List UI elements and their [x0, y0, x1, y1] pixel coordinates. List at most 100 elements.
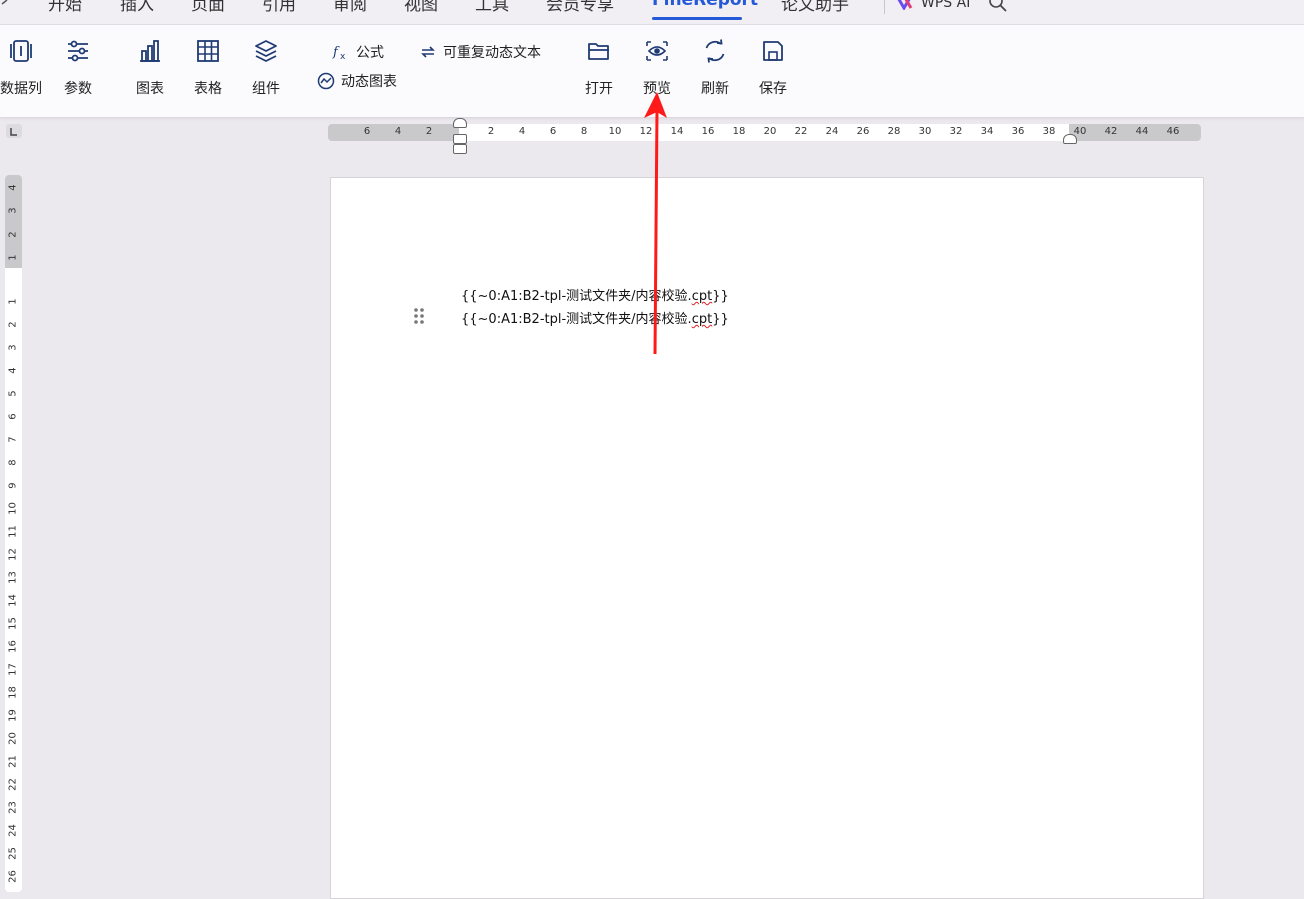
fx-icon: f x: [332, 45, 346, 61]
ruler-tick-label: 2: [487, 126, 495, 137]
ruler-tick-label: 46: [1166, 126, 1180, 137]
ruler-tick-label: 28: [887, 126, 901, 137]
repeat-text-button[interactable]: 可重复动态文本: [419, 42, 541, 64]
ruler-tick-label: 20: [763, 126, 777, 137]
tab-finereport[interactable]: FineReport: [652, 0, 758, 10]
paragraph-drag-handle-icon[interactable]: [412, 306, 426, 326]
formula-button[interactable]: f x 公式: [332, 42, 384, 64]
wps-ai-label[interactable]: WPS AI: [921, 0, 970, 11]
refresh-button[interactable]: 刷新: [693, 25, 737, 117]
bar-chart-icon: [140, 40, 160, 62]
ruler-tick-label: 9: [7, 482, 19, 489]
ruler-tick-label: 14: [7, 594, 19, 607]
params-button[interactable]: 参数: [56, 25, 100, 117]
ruler-tick-label: 15: [7, 617, 19, 630]
ruler-tick-label: 34: [980, 126, 994, 137]
spelling-flag: cpt: [691, 289, 713, 304]
ribbon-tab-bar: 开始 插入 页面 引用 审阅 视图 工具 会员专享 FineReport 论文助…: [0, 0, 1304, 25]
search-icon[interactable]: [988, 0, 1008, 12]
ruler-tick-label: 42: [1104, 126, 1118, 137]
template-tag-close: }}: [712, 312, 729, 327]
ruler-tick-label: 4: [518, 126, 526, 137]
tab-review[interactable]: 审阅: [333, 0, 367, 15]
component-button[interactable]: 组件: [244, 25, 288, 117]
template-tag-line-1[interactable]: {{~0:A1:B2-tpl-测试文件夹/内容校验.cpt}}: [461, 285, 729, 304]
save-button[interactable]: 保存: [751, 25, 795, 117]
chart-button[interactable]: 图表: [128, 25, 172, 117]
formula-label: 公式: [356, 45, 384, 61]
tab-tools[interactable]: 工具: [475, 0, 509, 15]
ruler-tick-label: 6: [7, 413, 19, 420]
first-line-indent-marker[interactable]: [453, 118, 467, 128]
ruler-tick-label: 36: [1011, 126, 1025, 137]
folder-icon: [588, 43, 609, 60]
sliders-icon: [68, 40, 88, 62]
params-label: 参数: [64, 81, 92, 97]
tab-thesis-assistant[interactable]: 论文助手: [781, 0, 849, 15]
repeat-icon: [421, 46, 435, 58]
tab-stop-icon: [10, 128, 17, 136]
ruler-tick-label: 6: [363, 126, 371, 137]
table-button[interactable]: 表格: [186, 25, 230, 117]
hanging-indent-marker[interactable]: [453, 134, 467, 144]
ruler-tick-label: 22: [7, 778, 19, 791]
ruler-tick-label: 16: [7, 640, 19, 653]
ruler-tick-label: 26: [856, 126, 870, 137]
right-indent-marker[interactable]: [1063, 134, 1077, 144]
tab-stop-selector[interactable]: [6, 124, 22, 138]
ruler-tick-label: 12: [7, 548, 19, 561]
left-indent-marker[interactable]: [453, 144, 467, 154]
ruler-tick-label: 23: [7, 801, 19, 814]
dynamic-chart-button[interactable]: 动态图表: [317, 71, 397, 93]
tab-view[interactable]: 视图: [404, 0, 438, 15]
tab-member[interactable]: 会员专享: [546, 0, 614, 15]
ruler-tick-label: 30: [918, 126, 932, 137]
vertical-ruler[interactable]: 4 3 2 1 1 2 3 4 5 6 7 8 9 10 11 12 13 14 15 16 17 18 19 20 21 22 2…: [5, 175, 22, 892]
ruler-tick-label: 38: [1042, 126, 1056, 137]
open-button[interactable]: 打开: [577, 25, 621, 117]
ruler-tick-label: 4: [394, 126, 402, 137]
ruler-tick-label: 2: [7, 321, 19, 328]
wps-ai-icon[interactable]: [895, 0, 915, 10]
annotation-arrow: [644, 92, 667, 355]
ruler-tick-label: 7: [7, 436, 19, 443]
template-tag-line-2[interactable]: {{~0:A1:B2-tpl-测试文件夹/内容校验.cpt}}: [461, 308, 729, 327]
ruler-tick-label: 17: [7, 663, 19, 676]
ruler-tick-label: 3: [7, 207, 19, 214]
data-column-icon: [10, 40, 32, 62]
ruler-tick-label: 11: [7, 525, 19, 538]
svg-text:x: x: [340, 52, 346, 61]
ruler-tick-label: 19: [7, 709, 19, 722]
tab-start[interactable]: 开始: [48, 0, 82, 15]
component-label: 组件: [252, 81, 280, 97]
ruler-tick-label: 5: [7, 390, 19, 397]
ruler-tick-label: 44: [1135, 126, 1149, 137]
ruler-tick-label: 24: [825, 126, 839, 137]
svg-text:f: f: [332, 45, 340, 60]
data-column-label: 数据列: [0, 81, 42, 97]
tab-references[interactable]: 引用: [262, 0, 296, 15]
chevron-left-icon[interactable]: [0, 0, 10, 10]
ruler-tick-label: 16: [701, 126, 715, 137]
spelling-flag: cpt: [691, 312, 713, 327]
ruler-tick-label: 3: [7, 344, 19, 351]
ruler-tick-label: 25: [7, 847, 19, 860]
ruler-tick-label: 2: [7, 231, 19, 238]
dynamic-chart-icon: [317, 72, 335, 90]
ruler-tick-label: 6: [549, 126, 557, 137]
document-page[interactable]: {{~0:A1:B2-tpl-测试文件夹/内容校验.cpt}} {{~0:A1:…: [330, 177, 1204, 899]
repeat-text-label: 可重复动态文本: [443, 45, 541, 61]
ruler-tick-label: 1: [7, 298, 19, 305]
ruler-tick-label: 24: [7, 824, 19, 837]
tab-insert[interactable]: 插入: [120, 0, 154, 15]
ruler-tick-label: 2: [425, 126, 433, 137]
ruler-tick-label: 10: [608, 126, 622, 137]
ruler-tick-label: 21: [7, 755, 19, 768]
ruler-tick-label: 1: [7, 254, 19, 261]
ruler-tick-label: 26: [7, 870, 19, 883]
tab-page[interactable]: 页面: [191, 0, 225, 15]
data-column-button[interactable]: 数据列: [0, 25, 42, 117]
open-label: 打开: [585, 81, 613, 97]
chart-label: 图表: [136, 81, 164, 97]
active-tab-indicator: [652, 17, 742, 20]
